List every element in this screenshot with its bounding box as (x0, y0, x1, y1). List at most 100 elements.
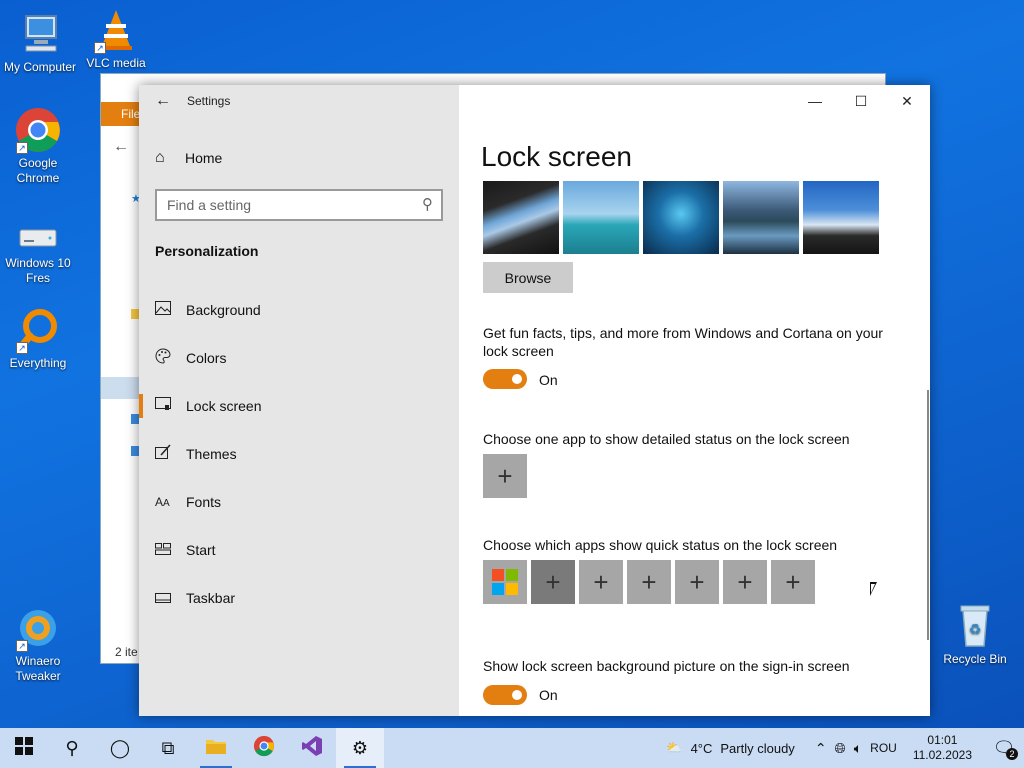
desktop-icon-label: Winaero Tweaker (15, 654, 61, 683)
browse-button[interactable]: Browse (483, 262, 573, 293)
nav-item-themes[interactable]: Themes (139, 430, 459, 478)
nav-item-lock-screen[interactable]: Lock screen (139, 382, 459, 430)
lock-screen-pictures (483, 181, 879, 254)
settings-nav-pane: ← Settings ⌂ Home ⚲ Personalization Back… (139, 85, 459, 716)
desktop-icon-my-computer[interactable]: My Computer (0, 10, 80, 75)
search-icon[interactable]: ⚲ (422, 195, 433, 213)
minimize-icon[interactable]: — (792, 85, 838, 117)
taskbar-settings[interactable]: ⚙ (336, 728, 384, 768)
gear-icon: ⚙ (351, 737, 369, 758)
shortcut-arrow-icon: ↗ (94, 42, 106, 54)
nav-home[interactable]: ⌂ Home (155, 149, 222, 167)
nav-item-label: Background (186, 302, 261, 318)
explorer-back-arrow-icon[interactable]: ← (113, 138, 129, 156)
nav-item-label: Start (186, 542, 216, 558)
task-view-button[interactable]: ⧉ (144, 728, 192, 768)
system-tray: ⛅ 4°C Partly cloudy ⌃ 🌐︎ 🔈︎ ROU 01:01 11… (666, 728, 1024, 768)
lock-picture-thumbnail[interactable] (723, 181, 799, 254)
settings-window[interactable]: ← Settings ⌂ Home ⚲ Personalization Back… (139, 85, 930, 716)
fun-facts-toggle-state: On (539, 372, 558, 388)
network-globe-icon[interactable]: 🌐︎ (835, 740, 846, 757)
search-button[interactable]: ⚲ (48, 728, 96, 768)
winaero-tweaker-icon: ↗ (14, 604, 62, 652)
start-icon (139, 542, 186, 559)
nav-item-colors[interactable]: Colors (139, 334, 459, 382)
notification-count: 2 (1006, 748, 1018, 760)
nav-item-label: Taskbar (186, 590, 236, 606)
nav-item-start[interactable]: Start (139, 526, 459, 574)
detailed-status-label: Choose one app to show detailed status o… (483, 431, 850, 447)
desktop-icon-windows10[interactable]: Windows 10 Fres (0, 222, 78, 286)
nav-item-label: Themes (186, 446, 237, 462)
desktop-icon-recycle-bin[interactable]: ♻ Recycle Bin (935, 602, 1015, 667)
nav-item-background[interactable]: Background (139, 286, 459, 334)
clock[interactable]: 01:01 11.02.2023 (913, 733, 972, 763)
quick-status-add-button[interactable]: + (579, 560, 623, 604)
back-arrow-icon[interactable]: ← (139, 92, 187, 110)
search-box[interactable]: ⚲ (155, 189, 443, 221)
nav-list: Background Colors Lock screen Themes AA … (139, 286, 459, 622)
fun-facts-toggle[interactable] (483, 369, 527, 389)
plus-icon: + (737, 566, 753, 597)
home-icon: ⌂ (155, 149, 165, 166)
weather-text: Partly cloudy (720, 740, 795, 756)
lock-picture-thumbnail[interactable] (563, 181, 639, 254)
explorer-file-tab[interactable]: File (101, 102, 141, 126)
nav-item-label: Colors (186, 350, 227, 366)
cortana-button[interactable]: ◯ (96, 728, 144, 768)
search-input[interactable] (167, 197, 407, 213)
desktop-icon-label: Recycle Bin (943, 652, 1007, 666)
fun-facts-label: Get fun facts, tips, and more from Windo… (483, 325, 883, 359)
start-button[interactable] (0, 728, 48, 768)
close-icon[interactable]: ✕ (884, 85, 930, 117)
lock-screen-icon (139, 397, 186, 415)
plus-icon: + (593, 566, 609, 597)
content-scrollbar[interactable] (927, 390, 929, 640)
maximize-icon[interactable]: ☐ (838, 85, 884, 117)
window-controls: — ☐ ✕ (792, 85, 930, 117)
plus-icon: + (785, 566, 801, 597)
weather-widget[interactable]: ⛅ 4°C Partly cloudy (666, 740, 794, 756)
volume-icon[interactable]: 🔈︎ (854, 740, 862, 757)
quick-status-add-button[interactable]: + (723, 560, 767, 604)
lock-picture-thumbnail[interactable] (483, 181, 559, 254)
quick-status-add-button[interactable]: + (771, 560, 815, 604)
desktop-icon-label: Windows 10 Fres (5, 256, 71, 285)
language-indicator[interactable]: ROU (870, 741, 897, 755)
desktop-icon-vlc[interactable]: ↗ VLC media (76, 6, 156, 71)
desktop-icon-chrome[interactable]: ↗ Google Chrome (0, 106, 78, 186)
quick-status-add-button[interactable]: + (531, 560, 575, 604)
taskbar-chrome[interactable] (240, 728, 288, 768)
plus-icon: + (641, 566, 657, 597)
lock-picture-thumbnail[interactable] (803, 181, 879, 254)
visual-studio-icon (301, 735, 323, 762)
taskbar-file-explorer[interactable] (192, 728, 240, 768)
mouse-cursor-icon (870, 582, 877, 596)
quick-status-app-store[interactable] (483, 560, 527, 604)
picture-icon (139, 301, 186, 319)
signin-bg-toggle-state: On (539, 687, 558, 703)
action-center-button[interactable]: 🗨︎ 2 (984, 728, 1024, 768)
window-title: Settings (187, 94, 231, 108)
recycle-bin-icon: ♻ (951, 602, 999, 650)
nav-item-taskbar[interactable]: Taskbar (139, 574, 459, 622)
chevron-up-icon[interactable]: ⌃ (815, 740, 827, 757)
shortcut-arrow-icon: ↗ (16, 342, 28, 354)
section-title: Personalization (155, 243, 259, 259)
lock-picture-thumbnail[interactable] (643, 181, 719, 254)
taskbar: ⚲ ◯ ⧉ ⚙ ⛅ 4°C Partly cloudy ⌃ 🌐︎ 🔈︎ ROU … (0, 728, 1024, 768)
desktop-icon-label: Everything (9, 356, 67, 370)
settings-content: — ☐ ✕ Lock screen Browse Get fun facts, … (459, 85, 930, 716)
quick-status-add-button[interactable]: + (627, 560, 671, 604)
chrome-icon: ↗ (14, 106, 62, 154)
clock-time: 01:01 (927, 733, 958, 747)
quick-status-add-button[interactable]: + (675, 560, 719, 604)
detailed-status-add-button[interactable]: + (483, 454, 527, 498)
signin-bg-toggle[interactable] (483, 685, 527, 705)
desktop-icon-everything[interactable]: ↗ Everything (0, 306, 78, 371)
nav-item-fonts[interactable]: AA Fonts (139, 478, 459, 526)
taskbar-visual-studio[interactable] (288, 728, 336, 768)
plus-icon: + (545, 566, 561, 597)
desktop-icon-winaero[interactable]: ↗ Winaero Tweaker (0, 604, 78, 684)
folder-icon (205, 737, 227, 760)
